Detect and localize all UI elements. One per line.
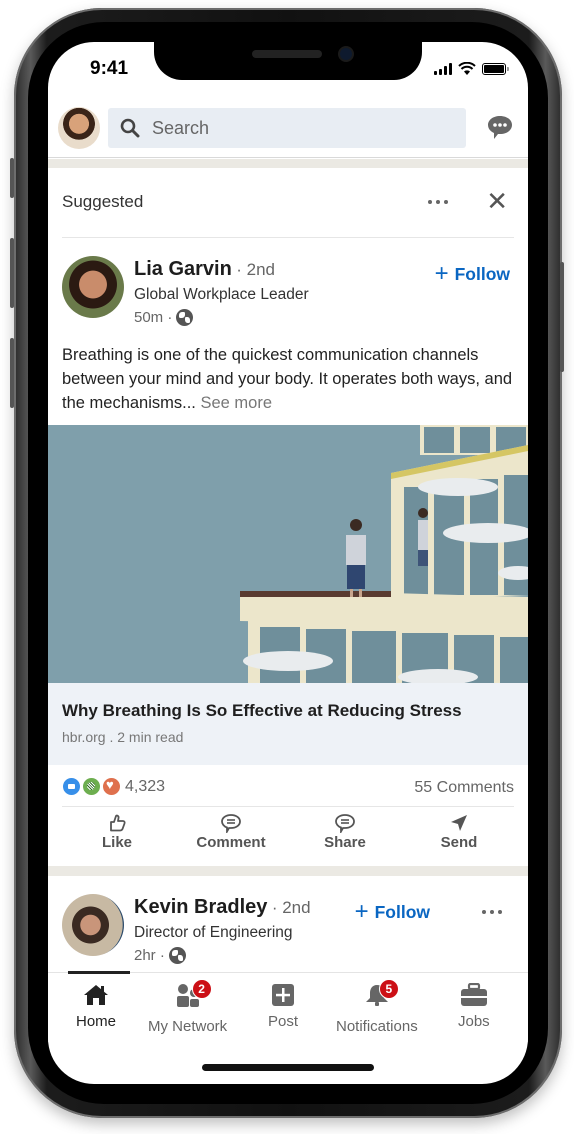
- search-icon: [120, 118, 140, 138]
- side-button-mute: [10, 158, 14, 198]
- nav-label: Post: [268, 1013, 299, 1030]
- author-name[interactable]: Lia Garvin: [134, 258, 232, 280]
- send-label: Send: [440, 834, 478, 851]
- wifi-icon: [458, 62, 476, 75]
- notch: [154, 42, 422, 80]
- top-bar: Search: [48, 102, 528, 158]
- author-name-line: Kevin Bradley · 2nd: [134, 896, 311, 919]
- post-actions: Like Comment Share Send: [48, 813, 528, 863]
- side-button-volume-up: [10, 238, 14, 308]
- home-icon: [84, 985, 108, 1005]
- author-avatar[interactable]: [62, 256, 124, 318]
- love-icon: [102, 777, 121, 796]
- author-name-line: Lia Garvin · 2nd: [134, 258, 275, 281]
- like-label: Like: [101, 834, 132, 851]
- comment-icon: [221, 814, 241, 833]
- post-time: 2hr ·: [134, 947, 186, 964]
- post-icon: [272, 984, 294, 1006]
- notifications-badge: 5: [378, 979, 399, 999]
- suggested-label: Suggested: [62, 192, 144, 211]
- connection-degree: · 2nd: [236, 260, 276, 279]
- send-button[interactable]: Send: [409, 813, 509, 863]
- connection-degree: · 2nd: [271, 898, 311, 917]
- more-options-icon[interactable]: [428, 200, 448, 204]
- divider: [62, 237, 514, 238]
- search-input[interactable]: Search: [108, 108, 466, 148]
- side-button-power: [560, 262, 564, 372]
- plus-icon: +: [434, 260, 449, 287]
- globe-icon: [176, 309, 194, 326]
- screen: 9:41 Search Suggested ✕ Lia Garvin · 2nd…: [48, 42, 528, 1084]
- post-image[interactable]: [48, 425, 528, 683]
- nav-label: My Network: [148, 1018, 228, 1035]
- briefcase-icon: [460, 983, 487, 1006]
- follow-button[interactable]: + Follow: [435, 262, 510, 286]
- follow-button[interactable]: + Follow: [355, 900, 430, 924]
- see-more-link[interactable]: See more: [200, 394, 272, 412]
- home-indicator[interactable]: [202, 1064, 374, 1071]
- bottom-nav: Home 2 My Network Post 5 Notifications J…: [48, 971, 528, 1042]
- battery-icon: [482, 62, 509, 75]
- post-time-text: 2hr ·: [134, 947, 165, 964]
- network-badge: 2: [191, 979, 212, 999]
- like-button[interactable]: Like: [67, 813, 167, 863]
- signal-icon: [434, 62, 452, 75]
- reactions-summary[interactable]: 4,323: [62, 777, 165, 796]
- link-meta: hbr.org . 2 min read: [62, 729, 184, 745]
- nav-home[interactable]: Home: [76, 983, 116, 1030]
- reactions-count: 4,323: [125, 777, 166, 795]
- nav-my-network[interactable]: 2 My Network: [148, 979, 228, 1035]
- follow-label: Follow: [374, 901, 430, 922]
- globe-icon: [168, 947, 186, 964]
- post-time-text: 50m ·: [134, 309, 173, 326]
- nav-notifications[interactable]: 5 Notifications: [336, 979, 418, 1035]
- plus-icon: +: [354, 898, 369, 925]
- author-avatar[interactable]: [62, 894, 124, 956]
- feed-separator: [48, 866, 528, 876]
- feed-separator: [48, 159, 528, 168]
- side-button-volume-down: [10, 338, 14, 408]
- nav-label: Jobs: [458, 1013, 490, 1030]
- author-headline: Global Workplace Leader: [134, 286, 309, 303]
- post-text: Breathing is one of the quickest communi…: [62, 343, 522, 415]
- share-button[interactable]: Share: [295, 813, 395, 863]
- post-author: Lia Garvin · 2nd Global Workplace Leader…: [48, 256, 528, 330]
- thumbs-up-icon: [110, 814, 126, 832]
- link-title: Why Breathing Is So Effective at Reducin…: [62, 701, 462, 720]
- author-headline: Director of Engineering: [134, 924, 293, 941]
- share-label: Share: [324, 834, 366, 851]
- social-counts: 4,323 55 Comments: [48, 765, 528, 805]
- nav-post[interactable]: Post: [268, 983, 298, 1030]
- comments-count[interactable]: 55 Comments: [414, 779, 514, 797]
- nav-jobs[interactable]: Jobs: [458, 983, 490, 1030]
- illustration: [48, 425, 528, 683]
- follow-label: Follow: [454, 263, 510, 284]
- status-icons: [434, 62, 509, 75]
- post-header: Suggested ✕: [48, 168, 528, 238]
- status-time: 9:41: [90, 58, 129, 79]
- divider: [62, 806, 514, 807]
- share-icon: [335, 814, 355, 833]
- nav-label: Home: [76, 1013, 117, 1030]
- comment-button[interactable]: Comment: [181, 813, 281, 863]
- post-time: 50m ·: [134, 309, 194, 326]
- my-profile-avatar[interactable]: [58, 107, 100, 149]
- link-preview[interactable]: Why Breathing Is So Effective at Reducin…: [48, 683, 528, 765]
- active-tab-indicator: [68, 971, 130, 974]
- like-icon: [62, 777, 81, 796]
- messaging-icon[interactable]: [486, 114, 514, 140]
- post-body: Breathing is one of the quickest communi…: [62, 346, 513, 412]
- close-icon[interactable]: ✕: [486, 188, 508, 214]
- nav-label: Notifications: [336, 1018, 418, 1035]
- send-icon: [451, 815, 467, 831]
- celebrate-icon: [82, 777, 101, 796]
- post-author: Kevin Bradley · 2nd Director of Engineer…: [48, 894, 528, 968]
- search-placeholder: Search: [152, 117, 210, 138]
- author-name[interactable]: Kevin Bradley: [134, 896, 267, 918]
- more-options-icon[interactable]: [482, 910, 502, 914]
- comment-label: Comment: [196, 834, 266, 851]
